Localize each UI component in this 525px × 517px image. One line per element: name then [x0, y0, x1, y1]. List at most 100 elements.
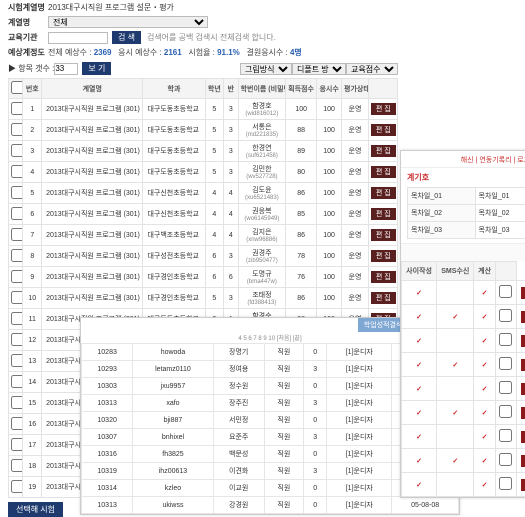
cell: 3 [224, 162, 238, 183]
cell: [1]운디자 [327, 412, 392, 429]
row-checkbox[interactable] [11, 459, 23, 472]
cell: 4 [224, 183, 238, 204]
row-checkbox[interactable] [11, 249, 23, 262]
row-checkbox[interactable] [11, 144, 23, 157]
cell: 편 집 [368, 183, 397, 204]
row-checkbox[interactable] [11, 312, 23, 325]
row-checkbox[interactable] [11, 186, 23, 199]
edit-button[interactable]: 편 집 [371, 166, 396, 178]
edit-button[interactable]: 편 집 [371, 208, 396, 220]
search-button[interactable]: 검 색 [112, 31, 141, 44]
cell: 편 집 [368, 267, 397, 288]
bulk-action-button[interactable]: 선택해 시험 [8, 502, 63, 517]
edit-button[interactable]: 편 집 [371, 145, 396, 157]
field-value: 목차일_02 [475, 205, 525, 222]
row-checkbox[interactable] [11, 207, 23, 220]
cell: 86 [286, 225, 317, 246]
row-checkbox[interactable] [499, 405, 512, 418]
col-header: 평가상태 [342, 79, 369, 99]
cell: 편 집 [368, 225, 397, 246]
row-checkbox[interactable] [11, 480, 23, 493]
cell: 김도윤(xu6521483) [238, 183, 286, 204]
edit-button[interactable]: 수 정 [521, 479, 525, 491]
edit-button[interactable]: 수 정 [521, 407, 525, 419]
row-checkbox[interactable] [499, 309, 512, 322]
org-input[interactable] [48, 32, 108, 44]
row-checkbox[interactable] [11, 375, 23, 388]
cell: 대구성전초등학교 [143, 246, 205, 267]
edit-button[interactable]: 편 집 [371, 103, 396, 115]
row-checkbox[interactable] [11, 333, 23, 346]
row-checkbox[interactable] [11, 438, 23, 451]
edit-button[interactable]: 편 집 [371, 124, 396, 136]
cell: 11 [23, 309, 42, 330]
cell: 편 집 [368, 162, 397, 183]
edit-button[interactable]: 수 정 [521, 359, 525, 371]
go-button[interactable]: 보 기 [82, 62, 111, 75]
table-row: 42013대구시직원 프로그램 (301)대구도동초등학교53김민한(wv527… [9, 162, 398, 183]
cell: 0 [304, 480, 327, 497]
cell: 2013대구시직원 프로그램 (301) [42, 288, 143, 309]
edit-button[interactable]: 편 집 [371, 229, 396, 241]
cell: 운영 [342, 99, 369, 120]
table-row: ✓✓수 정 [402, 281, 525, 305]
edit-button[interactable]: 수 정 [521, 287, 525, 299]
sort-select[interactable]: 디폴트 방 [292, 63, 346, 75]
course-select[interactable]: 전체 [48, 16, 208, 28]
cell: 3 [224, 246, 238, 267]
cell [495, 449, 516, 473]
edit-button[interactable]: 편 집 [371, 271, 396, 283]
row-checkbox[interactable] [11, 270, 23, 283]
cell: 권응복(wo6145949) [238, 204, 286, 225]
table-row: 10313ukiwss강경원직원0[1]운디자05-08-08 [82, 497, 459, 514]
row-checkbox[interactable] [499, 357, 512, 370]
cell: 0 [304, 497, 327, 514]
cell: 3 [224, 120, 238, 141]
grade-select[interactable]: 교육점수 [346, 63, 398, 75]
edit-button[interactable]: 수 정 [521, 335, 525, 347]
cell: 직원 [264, 412, 303, 429]
perpage-input[interactable] [54, 63, 78, 75]
row-checkbox[interactable] [11, 228, 23, 241]
stats-b-value: 2161 [164, 48, 182, 57]
cell: 5 [205, 288, 224, 309]
cell: ukiwss [133, 497, 213, 514]
row-checkbox[interactable] [11, 354, 23, 367]
table-row: 12013대구시직원 프로그램 (301)대구도동초등학교53함경호(wid81… [9, 99, 398, 120]
edit-button[interactable]: 편 집 [371, 187, 396, 199]
row-checkbox[interactable] [11, 396, 23, 409]
edit-button[interactable]: 수 정 [521, 383, 525, 395]
edit-button[interactable]: 수 정 [521, 311, 525, 323]
row-checkbox[interactable] [11, 123, 23, 136]
edit-button[interactable]: 수 정 [521, 455, 525, 467]
edit-button[interactable]: 수 정 [521, 431, 525, 443]
cell: 3 [304, 463, 327, 480]
cell: 05-08-08 [392, 497, 459, 514]
select-all-checkbox[interactable] [11, 81, 23, 94]
row-checkbox[interactable] [499, 285, 512, 298]
row-checkbox[interactable] [499, 453, 512, 466]
row-checkbox[interactable] [499, 477, 512, 490]
cell: 6 [23, 204, 42, 225]
cell: 2 [23, 120, 42, 141]
row-checkbox[interactable] [11, 417, 23, 430]
stats-d-value: 4명 [290, 48, 302, 57]
check-icon: ✓ [482, 410, 488, 417]
cell: 대구신천초등학교 [143, 183, 205, 204]
table-row: 62013대구시직원 프로그램 (301)대구신천초등학교44권응복(wo614… [9, 204, 398, 225]
cell: 2013대구시직원 프로그램 (301) [42, 183, 143, 204]
cell [9, 162, 23, 183]
col-header: 계열명 [42, 79, 143, 99]
cell: 5 [23, 183, 42, 204]
row-checkbox[interactable] [499, 429, 512, 442]
side-top-links[interactable]: 해신 | 연동기록리 | 로그아웃 [401, 151, 525, 168]
row-checkbox[interactable] [11, 291, 23, 304]
edit-button[interactable]: 편 집 [371, 250, 396, 262]
edit-button[interactable]: 편 집 [371, 292, 396, 304]
pagesize-select[interactable]: 그림방식 [240, 63, 292, 75]
cell: ✓ [474, 353, 495, 377]
row-checkbox[interactable] [499, 333, 512, 346]
row-checkbox[interactable] [11, 165, 23, 178]
row-checkbox[interactable] [499, 381, 512, 394]
row-checkbox[interactable] [11, 102, 23, 115]
